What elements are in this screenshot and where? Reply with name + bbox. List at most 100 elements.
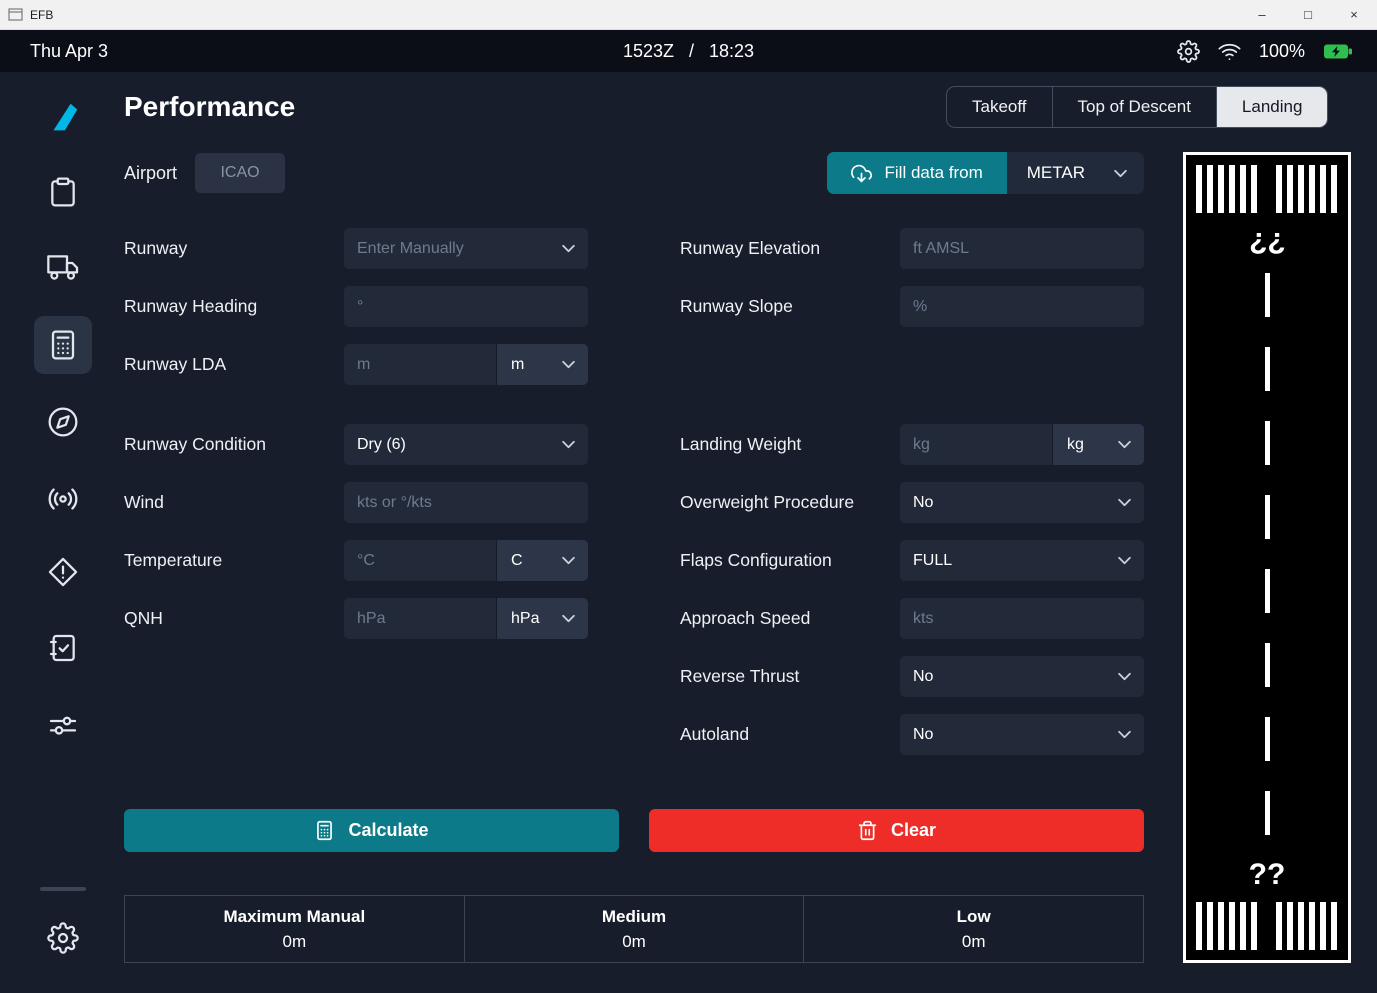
threshold-stripes — [1196, 165, 1258, 213]
sidebar-item-settings[interactable] — [47, 922, 79, 954]
temperature-input[interactable] — [344, 540, 496, 581]
airport-icao-input[interactable] — [195, 153, 285, 193]
maximize-button[interactable]: □ — [1285, 0, 1331, 29]
clear-label: Clear — [891, 820, 936, 841]
result-medium: Medium 0m — [464, 896, 804, 962]
qnh-unit-select[interactable]: hPa — [496, 598, 588, 639]
reverse-thrust-label: Reverse Thrust — [680, 666, 900, 687]
fill-source-select[interactable]: METAR — [1007, 152, 1144, 194]
calculator-icon — [314, 820, 335, 841]
runway-lda-input[interactable] — [344, 344, 496, 385]
actions-row: Calculate Clear — [124, 809, 1144, 852]
close-button[interactable]: × — [1331, 0, 1377, 29]
airline-logo-icon — [44, 99, 82, 137]
calculate-button[interactable]: Calculate — [124, 809, 619, 852]
tab-landing[interactable]: Landing — [1216, 87, 1328, 127]
chevron-down-icon — [1117, 440, 1132, 449]
landing-weight-unit-select[interactable]: kg — [1052, 424, 1144, 465]
field-runway-lda: Runway LDA m — [124, 344, 588, 385]
window-titlebar: EFB – □ × — [0, 0, 1377, 30]
sidebar-item-performance[interactable] — [34, 316, 92, 374]
sidebar-item-checklists[interactable] — [47, 632, 79, 664]
sidebar-item-dispatch[interactable] — [47, 176, 79, 208]
runway-centerline — [1265, 273, 1270, 844]
runway-threshold-far — [1186, 165, 1348, 213]
result-value: 0m — [622, 932, 646, 952]
chevron-down-icon — [561, 440, 576, 449]
sidebar-item-navigation[interactable] — [47, 406, 79, 438]
fill-data-group: Fill data from METAR — [827, 152, 1145, 194]
runway-heading-input[interactable] — [344, 286, 588, 327]
wind-label: Wind — [124, 492, 344, 513]
overweight-procedure-label: Overweight Procedure — [680, 492, 900, 513]
sidebar-item-atc[interactable] — [47, 483, 79, 515]
runway-lda-label: Runway LDA — [124, 354, 344, 375]
status-clock: 1523Z / 18:23 — [623, 41, 754, 62]
zulu-time: 1523Z — [623, 41, 674, 62]
result-value: 0m — [283, 932, 307, 952]
runway-condition-label: Runway Condition — [124, 434, 344, 455]
sliders-icon — [47, 709, 79, 741]
sidebar-item-ground-services[interactable] — [47, 251, 79, 283]
field-qnh: QNH hPa — [124, 598, 588, 639]
fill-data-from-button[interactable]: Fill data from — [827, 152, 1007, 194]
threshold-stripes — [1276, 165, 1338, 213]
runway-elevation-input[interactable] — [900, 228, 1144, 269]
clear-button[interactable]: Clear — [649, 809, 1144, 852]
temperature-label: Temperature — [124, 550, 344, 571]
runway-label: Runway — [124, 238, 344, 259]
wind-input[interactable] — [344, 482, 588, 523]
tab-top-of-descent[interactable]: Top of Descent — [1052, 87, 1216, 127]
reverse-thrust-value: No — [913, 668, 933, 686]
runway-slope-input[interactable] — [900, 286, 1144, 327]
threshold-stripes — [1276, 902, 1338, 950]
app-window-icon — [8, 8, 23, 21]
runway-condition-value: Dry (6) — [357, 436, 406, 454]
airport-row: Airport Fill data from METAR — [124, 152, 1144, 194]
runway-threshold-near — [1186, 902, 1348, 950]
temperature-unit-select[interactable]: C — [496, 540, 588, 581]
landing-weight-input[interactable] — [900, 424, 1052, 465]
runway-condition-select[interactable]: Dry (6) — [344, 424, 588, 465]
radio-broadcast-icon — [47, 483, 79, 515]
reverse-thrust-select[interactable]: No — [900, 656, 1144, 697]
field-temperature: Temperature C — [124, 540, 588, 581]
chevron-down-icon — [1117, 672, 1132, 681]
airline-logo[interactable] — [44, 99, 82, 137]
calculator-icon — [47, 329, 79, 361]
battery-icon — [1323, 43, 1353, 60]
runway-lda-unit-select[interactable]: m — [496, 344, 588, 385]
sidebar-item-presets[interactable] — [47, 709, 79, 741]
gear-icon[interactable] — [1177, 40, 1200, 63]
results-table: Maximum Manual 0m Medium 0m Low 0m — [124, 895, 1144, 963]
overweight-procedure-select[interactable]: No — [900, 482, 1144, 523]
window-title: EFB — [30, 8, 53, 22]
wifi-icon — [1218, 40, 1241, 63]
cloud-download-icon — [851, 163, 872, 184]
field-reverse-thrust: Reverse Thrust No — [680, 656, 1144, 697]
qnh-input[interactable] — [344, 598, 496, 639]
page-title: Performance — [124, 86, 295, 128]
chevron-down-icon — [1117, 556, 1132, 565]
chevron-down-icon — [561, 556, 576, 565]
performance-tabs: Takeoff Top of Descent Landing — [946, 86, 1328, 128]
runway-designator-far: ?? — [1249, 227, 1286, 257]
sidebar-item-failures[interactable] — [47, 556, 79, 588]
tab-takeoff[interactable]: Takeoff — [947, 87, 1052, 127]
approach-speed-label: Approach Speed — [680, 608, 900, 629]
runway-visualization: ?? ?? — [1183, 152, 1351, 963]
runway-elevation-label: Runway Elevation — [680, 238, 900, 259]
minimize-button[interactable]: – — [1239, 0, 1285, 29]
overweight-procedure-value: No — [913, 494, 933, 512]
result-low: Low 0m — [803, 896, 1143, 962]
flaps-configuration-select[interactable]: FULL — [900, 540, 1144, 581]
autoland-select[interactable]: No — [900, 714, 1144, 755]
calculate-label: Calculate — [348, 820, 428, 841]
chevron-down-icon — [1117, 730, 1132, 739]
approach-speed-input[interactable] — [900, 598, 1144, 639]
runway-designator-near: ?? — [1249, 860, 1286, 890]
field-approach-speed: Approach Speed — [680, 598, 1144, 639]
runway-select[interactable]: Enter Manually — [344, 228, 588, 269]
field-runway-elevation: Runway Elevation — [680, 228, 1144, 269]
field-wind: Wind — [124, 482, 588, 523]
